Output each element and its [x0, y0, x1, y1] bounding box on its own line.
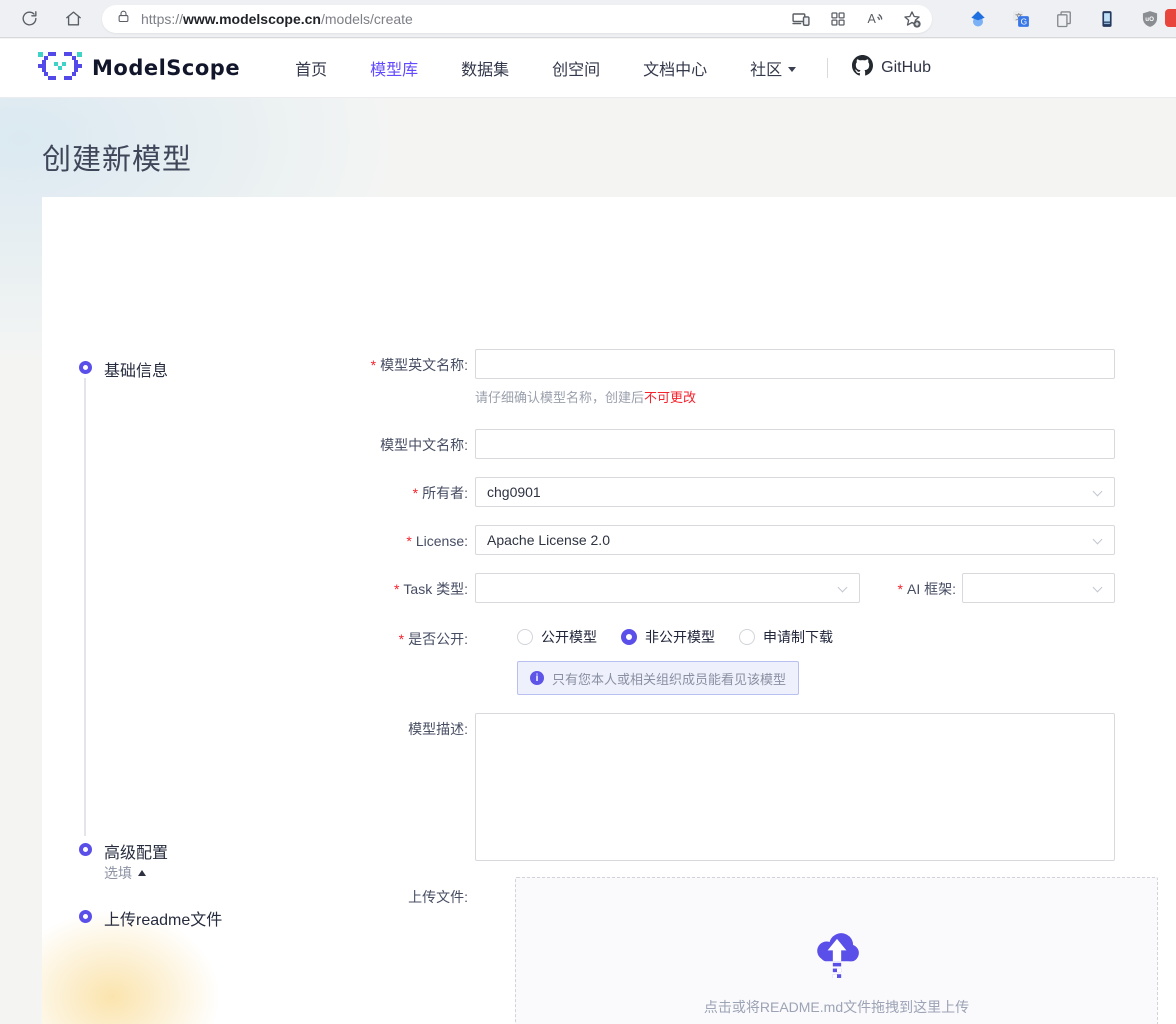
step-label-readme[interactable]: 上传readme文件: [104, 906, 222, 930]
license-select[interactable]: Apache License 2.0: [475, 525, 1115, 555]
page-title: 创建新模型: [42, 136, 192, 178]
step-label-basic-info[interactable]: 基础信息: [104, 357, 168, 381]
modelscope-logo-icon: [38, 52, 82, 85]
browser-toolbar: https://www.modelscope.cn/models/create …: [0, 0, 1176, 38]
form-card: 基础信息 高级配置 选填 上传readme文件 *模型英文名称: 请仔细确认模型…: [42, 197, 1176, 1024]
favorite-star-icon[interactable]: [902, 9, 922, 29]
copy-pages-extension-icon[interactable]: [1053, 8, 1075, 30]
visibility-info-text: 只有您本人或相关组织成员能看见该模型: [552, 669, 786, 688]
nav-item-docs[interactable]: 文档中心: [643, 56, 707, 80]
chevron-down-icon: [1093, 583, 1103, 593]
step-advanced-toggle[interactable]: 选填: [104, 863, 146, 883]
owner-select[interactable]: chg0901: [475, 477, 1115, 507]
radio-circle-icon: [739, 629, 755, 645]
translate-extension-icon[interactable]: 文G: [1010, 8, 1032, 30]
url-text[interactable]: https://www.modelscope.cn/models/create: [141, 11, 413, 27]
field-label-visibility: *是否公开:: [399, 629, 468, 649]
visibility-info-box: i 只有您本人或相关组织成员能看见该模型: [517, 661, 799, 695]
radio-private-model[interactable]: 非公开模型: [621, 627, 715, 647]
field-label-cn-name: 模型中文名称:: [380, 435, 468, 455]
cloud-upload-icon: [812, 930, 862, 983]
model-description-textarea[interactable]: [475, 713, 1115, 861]
field-label-task: *Task 类型:: [394, 579, 468, 599]
brand-text: ModelScope: [92, 56, 240, 80]
read-aloud-icon[interactable]: A: [865, 9, 885, 29]
refresh-icon[interactable]: [18, 8, 40, 30]
nav-item-home[interactable]: 首页: [295, 56, 327, 80]
svg-text:G: G: [1021, 16, 1027, 26]
site-header: ModelScope 首页 模型库 数据集 创空间 文档中心 社区 GitHub: [0, 39, 1176, 98]
nav-item-studios[interactable]: 创空间: [552, 56, 600, 80]
step-dot-readme: [79, 910, 92, 923]
model-cn-name-input[interactable]: [475, 429, 1115, 459]
field-label-license: *License:: [406, 531, 468, 551]
field-label-framework: *AI 框架:: [898, 579, 956, 599]
svg-text:A: A: [868, 12, 877, 26]
radio-public-model[interactable]: 公开模型: [517, 627, 597, 647]
field-label-en-name: *模型英文名称:: [371, 355, 468, 375]
chevron-down-icon: [1093, 535, 1103, 545]
radio-request-download[interactable]: 申请制下载: [739, 627, 833, 647]
diamond-extension-icon[interactable]: [967, 8, 989, 30]
radio-checked-icon: [621, 629, 637, 645]
visibility-radio-group: 公开模型 非公开模型 申请制下载: [517, 627, 857, 647]
send-to-devices-icon[interactable]: [791, 9, 811, 29]
field-label-owner: *所有者:: [413, 483, 468, 503]
info-icon: i: [530, 671, 544, 685]
chevron-down-icon: [1093, 487, 1103, 497]
clipped-extension-icon[interactable]: [1165, 9, 1176, 27]
nav-item-community[interactable]: 社区: [750, 56, 796, 80]
caret-down-icon: [788, 67, 796, 72]
collapse-arrow-icon: [138, 870, 146, 876]
ai-framework-select[interactable]: [962, 573, 1115, 603]
task-type-select[interactable]: [475, 573, 860, 603]
lock-icon: [116, 9, 131, 29]
radio-circle-icon: [517, 629, 533, 645]
browser-window: https://www.modelscope.cn/models/create …: [0, 0, 1176, 1024]
page-content: 创建新模型 基础信息 高级配置 选填 上传readme文件 *模型英文名称: 请…: [0, 98, 1176, 1024]
field-label-upload: 上传文件:: [408, 887, 468, 907]
github-link[interactable]: GitHub: [852, 55, 931, 81]
extensions-row: 文G uO: [946, 8, 1161, 30]
nav-divider: [827, 58, 828, 78]
model-en-name-input[interactable]: [475, 349, 1115, 379]
modelscope-logo[interactable]: ModelScope: [38, 52, 240, 85]
github-icon: [852, 55, 873, 81]
main-nav: 首页 模型库 数据集 创空间 文档中心 社区 GitHub: [295, 55, 974, 81]
chevron-down-icon: [838, 583, 848, 593]
apps-grid-icon[interactable]: [828, 9, 848, 29]
address-bar[interactable]: https://www.modelscope.cn/models/create …: [102, 5, 932, 33]
github-label: GitHub: [881, 59, 931, 77]
step-dot-basic-info: [79, 361, 92, 374]
en-name-hint: 请仔细确认模型名称，创建后不可更改: [475, 387, 696, 406]
field-label-description: 模型描述:: [408, 719, 468, 739]
nav-item-models[interactable]: 模型库: [370, 56, 418, 80]
nav-item-datasets[interactable]: 数据集: [461, 56, 509, 80]
readme-dropzone[interactable]: 点击或将README.md文件拖拽到这里上传: [515, 877, 1158, 1024]
dropzone-text: 点击或将README.md文件拖拽到这里上传: [704, 997, 969, 1017]
stepper-line: [84, 378, 86, 836]
adblock-shield-icon[interactable]: uO: [1139, 8, 1161, 30]
step-label-advanced[interactable]: 高级配置: [104, 839, 168, 863]
svg-text:uO: uO: [1145, 16, 1154, 23]
step-dot-advanced: [79, 843, 92, 856]
home-icon[interactable]: [62, 8, 84, 30]
reader-extension-icon[interactable]: [1096, 8, 1118, 30]
